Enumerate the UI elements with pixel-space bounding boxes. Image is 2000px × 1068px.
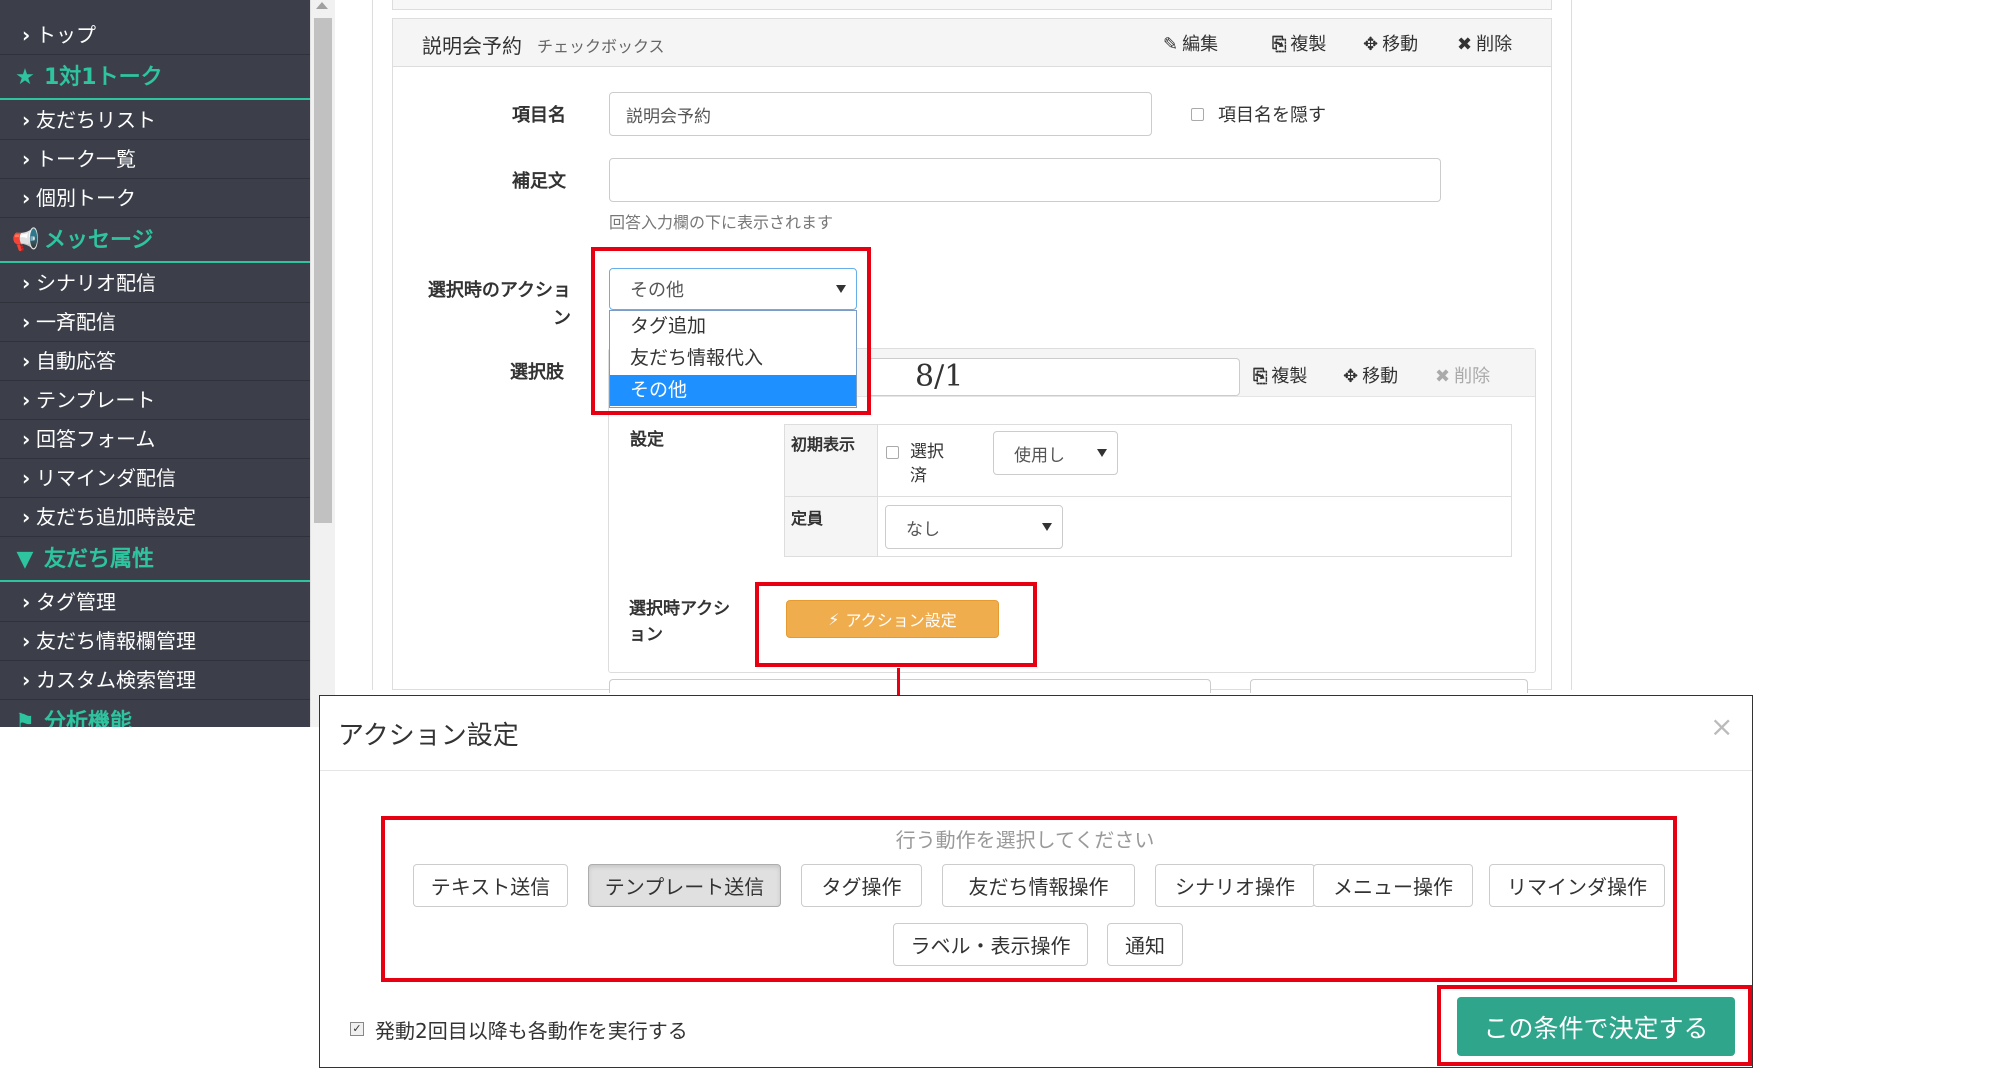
modal-title: アクション設定	[338, 721, 519, 751]
sidebar-item-custom-search[interactable]: › カスタム検索管理	[0, 661, 310, 700]
initial-display-label: 初期表示	[791, 435, 856, 454]
choice-value-input[interactable]: 8/1	[868, 358, 1240, 396]
choice-copy-button[interactable]: ⎘ 複製	[1253, 362, 1307, 388]
chevron-down-icon	[1097, 449, 1107, 457]
chevron-right-icon: ›	[22, 349, 31, 373]
copy-icon: ⎘	[1272, 34, 1287, 55]
sidebar-item-top[interactable]: › トップ	[0, 16, 310, 55]
sidebar-item-template[interactable]: › テンプレート	[0, 381, 310, 420]
move-icon: ✥	[1343, 366, 1359, 387]
hide-name-checkbox[interactable]	[1191, 108, 1204, 121]
use-select[interactable]: 使用し	[993, 431, 1118, 475]
highlight-box-confirm	[1437, 985, 1752, 1066]
sidebar-item-scenario[interactable]: › シナリオ配信	[0, 264, 310, 303]
chevron-right-icon: ›	[22, 590, 31, 614]
sidebar-section-analytics[interactable]: ⚑ 分析機能	[0, 700, 310, 727]
on-select-action-label: 選択時アクション	[629, 599, 731, 645]
copy-button[interactable]: ⎘ 複製	[1272, 30, 1326, 56]
scroll-up-arrow-icon[interactable]	[316, 2, 328, 9]
chevron-right-icon: ›	[22, 505, 31, 529]
sidebar-item-tag-management[interactable]: › タグ管理	[0, 583, 310, 622]
settings-label: 設定	[630, 430, 664, 450]
sidebar-item-friend-list[interactable]: › 友だちリスト	[0, 101, 310, 140]
selected-checkbox[interactable]	[886, 446, 899, 459]
scrollbar-thumb[interactable]	[314, 18, 332, 523]
form-item-type: チェックボックス	[537, 37, 665, 56]
chevron-right-icon: ›	[22, 427, 31, 451]
sidebar-nav: › トップ ★ 1対1トーク › 友だちリスト › トーク一覧 › 個別トーク 📢 メッセー…	[0, 0, 310, 727]
choice-delete-button[interactable]: ✖ 削除	[1435, 362, 1490, 388]
sidebar-section-one-on-one[interactable]: ★ 1対1トーク	[0, 55, 310, 100]
close-icon[interactable]: ×	[1710, 710, 1733, 743]
add-choice-button-partial[interactable]	[609, 679, 1211, 693]
form-item-title: 説明会予約	[422, 34, 522, 58]
chevron-right-icon: ›	[22, 186, 31, 210]
filter-icon: ▼	[16, 547, 34, 572]
delete-button[interactable]: ✖ 削除	[1457, 30, 1512, 56]
capacity-select[interactable]: なし	[885, 505, 1063, 549]
sidebar-item-answer-form[interactable]: › 回答フォーム	[0, 420, 310, 459]
chevron-right-icon: ›	[22, 668, 31, 692]
sidebar-item-auto-reply[interactable]: › 自動応答	[0, 342, 310, 381]
hide-name-label: 項目名を隠す	[1218, 105, 1326, 126]
chevron-right-icon: ›	[22, 108, 31, 132]
highlight-box-action-select	[591, 247, 871, 415]
chevron-right-icon: ›	[22, 271, 31, 295]
repeat-checkbox[interactable]: ✓	[350, 1022, 364, 1036]
chevron-right-icon: ›	[22, 466, 31, 490]
supplement-input[interactable]	[609, 158, 1441, 202]
modal-header-divider	[320, 770, 1752, 771]
repeat-checkbox-label: 発動2回目以降も各動作を実行する	[375, 1019, 688, 1043]
pencil-icon: ✎	[1163, 34, 1179, 55]
capacity-label: 定員	[791, 509, 824, 528]
item-name-input[interactable]: 説明会予約	[609, 92, 1152, 136]
chevron-down-icon	[1042, 523, 1052, 531]
selected-label: 選択済	[910, 442, 944, 486]
megaphone-icon: 📢	[12, 228, 40, 253]
star-icon: ★	[15, 65, 35, 90]
sidebar-item-friend-info-fields[interactable]: › 友だち情報欄管理	[0, 622, 310, 661]
sidebar-item-talk-list[interactable]: › トーク一覧	[0, 140, 310, 179]
sidebar-item-friend-add-settings[interactable]: › 友だち追加時設定	[0, 498, 310, 537]
close-icon: ✖	[1435, 366, 1451, 387]
action-on-select-label: 選択時のアクション	[427, 280, 571, 329]
edit-button[interactable]: ✎ 編集	[1163, 30, 1218, 56]
chevron-right-icon: ›	[22, 310, 31, 334]
sidebar-section-friend-attributes[interactable]: ▼ 友だち属性	[0, 537, 310, 582]
sidebar-item-broadcast[interactable]: › 一斉配信	[0, 303, 310, 342]
sidebar-item-reminder[interactable]: › リマインダ配信	[0, 459, 310, 498]
choice-move-button[interactable]: ✥ 移動	[1343, 362, 1398, 388]
copy-icon: ⎘	[1253, 366, 1268, 387]
close-icon: ✖	[1457, 34, 1473, 55]
chevron-right-icon: ›	[22, 147, 31, 171]
chevron-right-icon: ›	[22, 629, 31, 653]
move-icon: ✥	[1363, 34, 1379, 55]
sidebar-item-individual-talk[interactable]: › 個別トーク	[0, 179, 310, 218]
bulk-add-button-partial[interactable]	[1250, 679, 1528, 693]
move-button[interactable]: ✥ 移動	[1363, 30, 1418, 56]
supplement-label: 補足文	[512, 171, 566, 192]
supplement-help-text: 回答入力欄の下に表示されます	[609, 213, 834, 232]
choices-label: 選択肢	[510, 362, 564, 383]
item-name-label: 項目名	[512, 105, 566, 126]
chevron-right-icon: ›	[22, 23, 31, 47]
previous-item-panel-edge	[392, 0, 1552, 10]
chevron-right-icon: ›	[22, 388, 31, 412]
flag-icon: ⚑	[15, 710, 35, 727]
table-divider	[785, 496, 1511, 497]
highlight-box-action-button	[755, 582, 1037, 667]
highlight-box-actions	[381, 816, 1677, 982]
sidebar-section-message[interactable]: 📢 メッセージ	[0, 218, 310, 263]
